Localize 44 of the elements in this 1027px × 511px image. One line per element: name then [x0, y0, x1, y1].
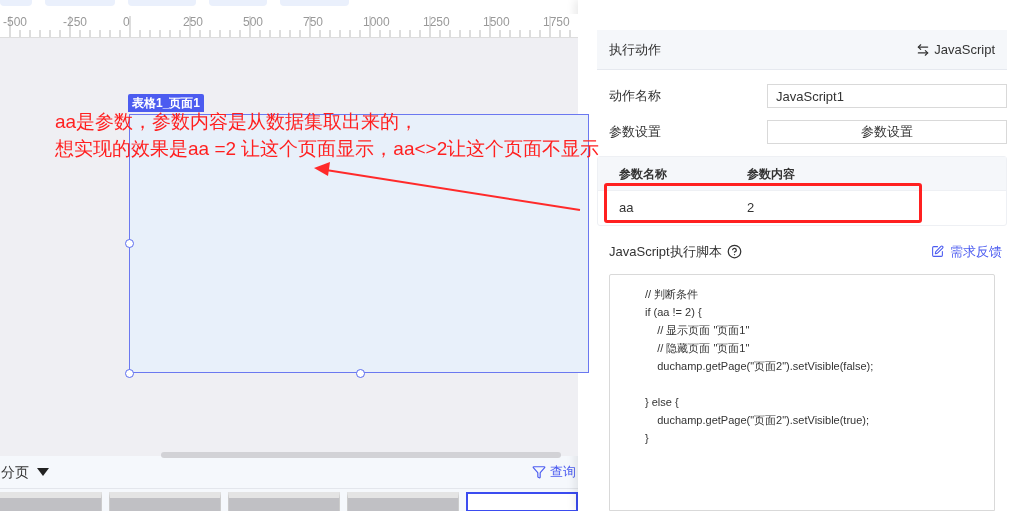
- ruler-label: 1750: [542, 15, 571, 29]
- column-header: 参数名称: [619, 165, 668, 183]
- query-button[interactable]: 查询: [532, 462, 576, 482]
- code-line: duchamp.getPage("页面2").setVisible(true);: [656, 413, 870, 426]
- code-line: // 判断条件: [645, 287, 699, 300]
- field-label: 动作名称: [609, 87, 661, 106]
- resize-handle[interactable]: [125, 369, 134, 378]
- ruler-label: 1250: [422, 15, 451, 29]
- ruler-label: -500: [2, 15, 29, 29]
- page-thumbnail[interactable]: [465, 492, 578, 511]
- code-line: duchamp.getPage("页面2").setVisible(false);: [656, 359, 874, 372]
- resize-handle[interactable]: [356, 369, 365, 378]
- ruler-label: -250: [62, 15, 89, 29]
- edit-icon: [931, 245, 944, 259]
- caret-icon[interactable]: [37, 468, 49, 476]
- script-label: JavaScript执行脚本: [609, 243, 722, 261]
- field-label: 参数设置: [609, 123, 661, 142]
- ruler-label: 0: [122, 15, 131, 29]
- ruler-label: 500: [242, 15, 265, 29]
- feedback-link[interactable]: 需求反馈: [931, 242, 1002, 262]
- code-line: // 隐藏页面 "页面1": [656, 341, 750, 354]
- horizontal-scrollbar[interactable]: [161, 452, 561, 458]
- ruler-label: 250: [182, 15, 205, 29]
- swap-icon: [916, 42, 931, 57]
- code-line: }: [645, 431, 649, 444]
- code-line: if (aa != 2) {: [645, 305, 702, 318]
- code-editor[interactable]: // 判断条件 if (aa != 2) { // 显示页面 "页面1" // 隐藏页面 "页面1" duchamp.getPage("页面2").setVisible(false); } else { duchamp.getPage("页面2").setVisible(true); }: [609, 273, 995, 511]
- code-line: // 显示页面 "页面1": [656, 323, 750, 336]
- column-header: 参数内容: [747, 165, 796, 183]
- ruler-label: 1500: [482, 15, 511, 29]
- table-cell-text: 2: [747, 199, 756, 218]
- pages-label: 分页: [1, 462, 29, 482]
- ruler-label: 750: [302, 15, 325, 29]
- ruler-label: 1000: [362, 15, 391, 29]
- resize-handle[interactable]: [125, 239, 134, 248]
- action-name-input[interactable]: JavaScript1: [767, 84, 1007, 108]
- table-cell-text: aa: [619, 199, 635, 218]
- help-icon[interactable]: [726, 244, 742, 260]
- filter-icon: [532, 465, 546, 479]
- action-type-button[interactable]: JavaScript: [916, 39, 995, 60]
- param-settings-button[interactable]: 参数设置: [767, 120, 1007, 144]
- panel-title: 执行动作: [609, 40, 661, 59]
- component-label: 表格1_页面1: [128, 94, 205, 112]
- code-line: } else {: [645, 395, 679, 408]
